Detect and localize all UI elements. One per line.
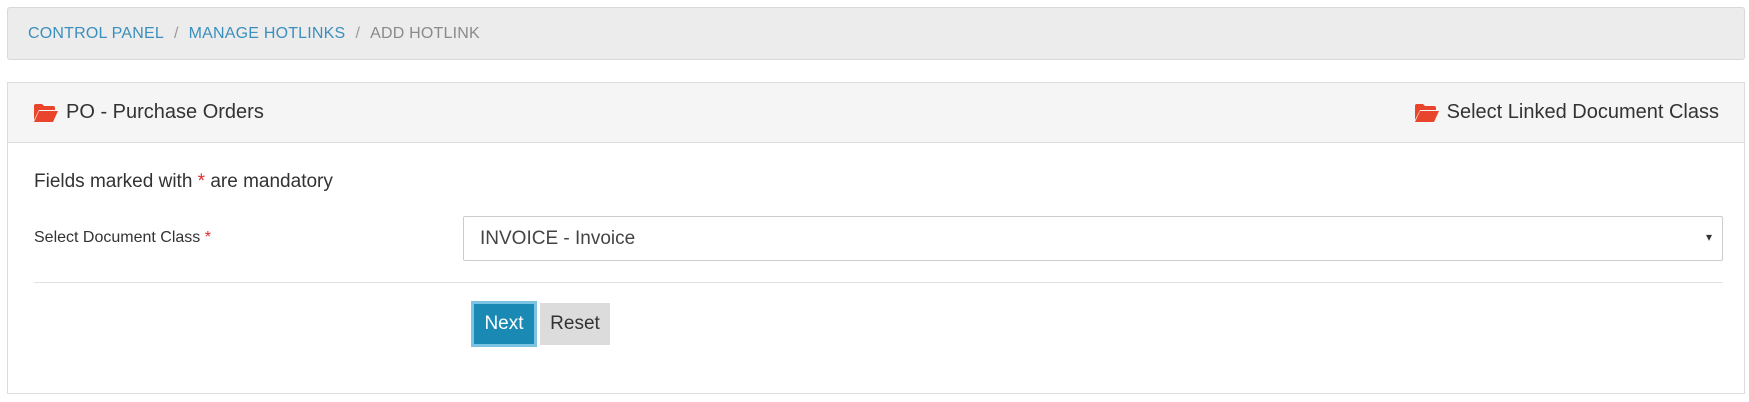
linked-class-title: Select Linked Document Class xyxy=(1414,101,1719,124)
breadcrumb-separator: / xyxy=(173,24,179,42)
mandatory-note-suffix: are mandatory xyxy=(210,171,333,192)
reset-button[interactable]: Reset xyxy=(540,303,610,345)
breadcrumb-separator: / xyxy=(355,24,361,42)
document-class-label-text: Select Document Class xyxy=(34,229,201,246)
mandatory-note: Fields marked with * are mandatory xyxy=(34,171,333,193)
breadcrumb: CONTROL PANEL / MANAGE HOTLINKS / ADD HO… xyxy=(7,7,1745,60)
hotlink-panel: PO - Purchase Orders Select Linked Docum… xyxy=(7,82,1745,394)
breadcrumb-manage-hotlinks-link[interactable]: MANAGE HOTLINKS xyxy=(189,25,346,43)
mandatory-note-prefix: Fields marked with xyxy=(34,171,193,192)
next-button[interactable]: Next xyxy=(471,301,537,347)
panel-header: PO - Purchase Orders Select Linked Docum… xyxy=(8,83,1744,143)
linked-class-title-text: Select Linked Document Class xyxy=(1446,101,1719,123)
document-class-selected-value: INVOICE - Invoice xyxy=(480,227,636,249)
breadcrumb-control-panel-link[interactable]: CONTROL PANEL xyxy=(28,25,164,43)
breadcrumb-current: ADD HOTLINK xyxy=(370,24,480,42)
required-star: * xyxy=(204,229,211,246)
required-star: * xyxy=(197,171,206,192)
chevron-down-icon: ▾ xyxy=(1705,230,1712,244)
document-class-label: Select Document Class * xyxy=(34,229,211,247)
panel-title: PO - Purchase Orders xyxy=(33,101,264,124)
folder-open-icon xyxy=(33,103,59,123)
panel-title-text: PO - Purchase Orders xyxy=(66,101,264,123)
folder-open-icon xyxy=(1414,103,1440,123)
form-divider xyxy=(34,282,1723,283)
document-class-select[interactable]: INVOICE - Invoice ▾ xyxy=(463,216,1723,261)
